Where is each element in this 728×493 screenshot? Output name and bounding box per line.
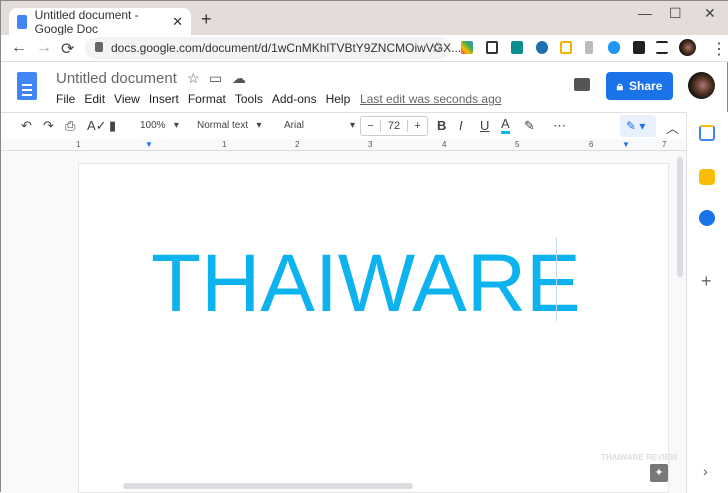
menu-tools[interactable]: Tools bbox=[235, 92, 263, 106]
calendar-icon[interactable] bbox=[699, 125, 715, 141]
expand-panel-icon[interactable]: › bbox=[703, 463, 708, 479]
left-indent-marker[interactable]: ▼ bbox=[145, 140, 153, 149]
book-extension-icon[interactable] bbox=[511, 41, 523, 54]
undo-icon[interactable]: ↶ bbox=[21, 118, 32, 134]
explore-button[interactable]: ✦ bbox=[650, 464, 668, 482]
menu-addons[interactable]: Add-ons bbox=[272, 92, 317, 106]
italic-button[interactable]: I bbox=[459, 118, 463, 133]
new-tab-button[interactable]: + bbox=[201, 9, 212, 30]
ruler[interactable]: 1 ▼ 1 2 3 4 5 6 ▼ 7 bbox=[1, 139, 686, 151]
lock-icon bbox=[95, 42, 103, 52]
watermark: THAIWARE REVIEW bbox=[601, 453, 678, 462]
add-addon-icon[interactable]: + bbox=[701, 271, 712, 292]
forward-button[interactable]: → bbox=[36, 39, 52, 57]
calendar-extension-icon[interactable] bbox=[560, 41, 572, 54]
star-icon[interactable]: ☆ bbox=[187, 70, 200, 87]
image-extension-icon[interactable] bbox=[486, 41, 498, 54]
menu-edit[interactable]: Edit bbox=[84, 92, 105, 106]
document-text[interactable]: THAIWARE bbox=[151, 237, 581, 331]
extension-icon[interactable] bbox=[461, 41, 473, 54]
style-select[interactable]: Normal text ▾ bbox=[197, 120, 261, 131]
underline-button[interactable]: U bbox=[480, 118, 489, 133]
move-folder-icon[interactable]: ▭ bbox=[209, 70, 222, 87]
right-indent-marker[interactable]: ▼ bbox=[622, 140, 630, 149]
print-icon[interactable]: ⎙ bbox=[65, 118, 75, 134]
minimize-button[interactable]: — bbox=[638, 5, 652, 21]
bookmark-star-icon[interactable]: ☆ bbox=[430, 39, 443, 56]
maximize-button[interactable]: ☐ bbox=[669, 5, 682, 22]
text-cursor bbox=[556, 237, 557, 321]
globe-extension-icon[interactable] bbox=[536, 41, 548, 54]
menu-help[interactable]: Help bbox=[326, 92, 351, 106]
collapse-chevron-icon[interactable]: ︿ bbox=[666, 118, 679, 137]
chrome-menu-icon[interactable]: ⋮ bbox=[711, 39, 727, 59]
highlight-icon[interactable]: ✎ bbox=[524, 118, 535, 134]
menu-bar: File Edit View Insert Format Tools Add-o… bbox=[56, 92, 350, 106]
editing-mode-button[interactable]: ✎ ▾ bbox=[620, 115, 656, 137]
puzzle-extensions-icon[interactable] bbox=[633, 41, 645, 54]
menu-format[interactable]: Format bbox=[188, 92, 226, 106]
download-icon[interactable] bbox=[585, 41, 593, 54]
decrease-size-button[interactable]: − bbox=[361, 120, 380, 132]
comment-history-icon[interactable] bbox=[574, 78, 590, 91]
browser-tab[interactable]: Untitled document - Google Doc ✕ bbox=[9, 8, 191, 36]
increase-size-button[interactable]: + bbox=[408, 120, 427, 132]
close-tab-icon[interactable]: ✕ bbox=[172, 14, 183, 30]
cloud-saved-icon: ☁ bbox=[232, 70, 246, 86]
share-button[interactable]: 🔒︎ Share bbox=[606, 72, 673, 100]
menu-file[interactable]: File bbox=[56, 92, 75, 106]
paint-format-icon[interactable]: ▮ bbox=[109, 118, 116, 134]
menu-insert[interactable]: Insert bbox=[149, 92, 179, 106]
lock-icon: 🔒︎ bbox=[616, 78, 624, 93]
profile-avatar[interactable] bbox=[679, 39, 696, 56]
tasks-icon[interactable] bbox=[699, 210, 715, 226]
zoom-select[interactable]: 100% ▾ bbox=[140, 120, 179, 131]
spellcheck-icon[interactable]: A✓ bbox=[87, 118, 107, 134]
account-avatar[interactable] bbox=[688, 72, 715, 99]
cloud-extension-icon[interactable] bbox=[608, 41, 620, 54]
back-button[interactable]: ← bbox=[11, 39, 27, 57]
more-button[interactable]: ⋯ bbox=[553, 118, 566, 134]
text-color-button[interactable]: A bbox=[501, 116, 510, 134]
vertical-scrollbar[interactable] bbox=[677, 157, 683, 277]
font-size-stepper[interactable]: −72 + bbox=[360, 116, 428, 136]
horizontal-scrollbar[interactable] bbox=[123, 483, 413, 489]
last-edit-link[interactable]: Last edit was seconds ago bbox=[360, 92, 501, 106]
docs-favicon-icon bbox=[17, 14, 27, 29]
bold-button[interactable]: B bbox=[437, 118, 446, 133]
redo-icon[interactable]: ↷ bbox=[43, 118, 54, 134]
menu-view[interactable]: View bbox=[114, 92, 140, 106]
font-size-input[interactable]: 72 bbox=[379, 120, 409, 132]
reload-button[interactable]: ⟳ bbox=[61, 39, 74, 59]
keep-icon[interactable] bbox=[699, 169, 715, 185]
address-bar[interactable]: docs.google.com/document/d/1wCnMKhlTVBtY… bbox=[85, 37, 461, 59]
media-control-icon[interactable] bbox=[656, 41, 668, 54]
close-window-button[interactable]: ✕ bbox=[704, 5, 716, 22]
font-select[interactable]: Arial ▾ bbox=[284, 120, 355, 131]
document-title[interactable]: Untitled document bbox=[56, 70, 177, 87]
docs-logo-icon[interactable] bbox=[17, 72, 37, 100]
